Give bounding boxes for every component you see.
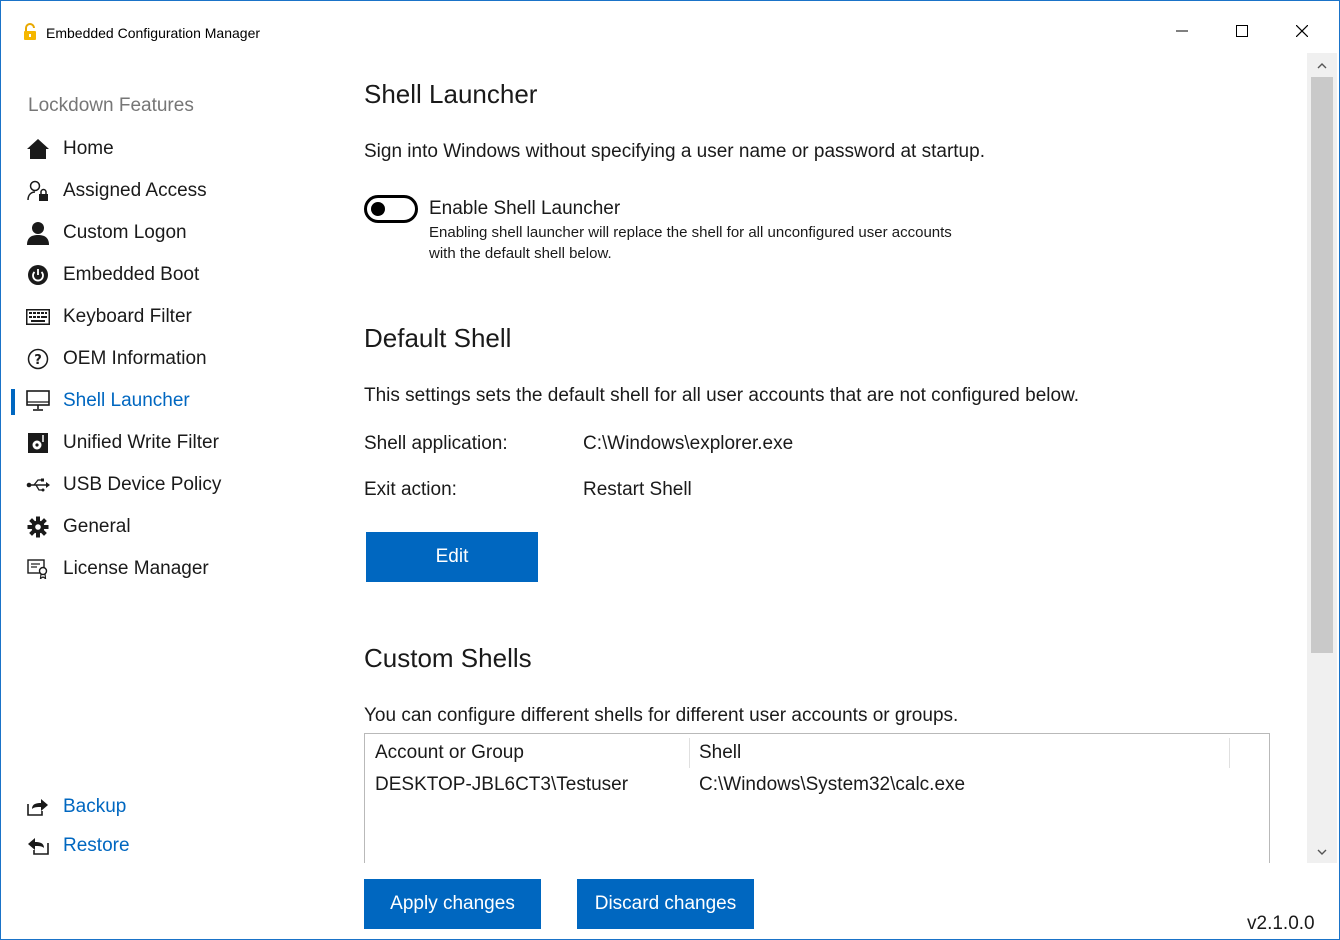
sidebar-item-label: Keyboard Filter	[63, 306, 192, 327]
svg-text:?: ?	[34, 353, 42, 368]
restore-icon	[25, 833, 51, 859]
default-shell-description: This settings sets the default shell for…	[364, 385, 1080, 406]
power-icon	[25, 262, 51, 288]
sidebar-item-license-manager[interactable]: License Manager	[1, 549, 331, 589]
disk-icon	[25, 430, 51, 456]
home-icon	[25, 136, 51, 162]
custom-shells-table[interactable]: Account or Group Shell DESKTOP-JBL6CT3\T…	[364, 733, 1270, 863]
toggle-knob	[371, 202, 385, 216]
column-divider	[1229, 738, 1230, 768]
sidebar-item-label: General	[63, 516, 131, 537]
monitor-icon	[25, 388, 51, 414]
backup-link[interactable]: Backup	[1, 787, 331, 827]
app-window: Embedded Configuration Manager Lockdown …	[0, 0, 1340, 940]
shell-launcher-description: Sign into Windows without specifying a u…	[364, 141, 985, 162]
toggle-help-line-1: Enabling shell launcher will replace the…	[429, 224, 952, 241]
gear-icon	[25, 514, 51, 540]
chevron-down-icon	[1317, 842, 1327, 860]
sidebar-item-unified-write-filter[interactable]: Unified Write Filter	[1, 423, 331, 463]
scroll-up-button[interactable]	[1307, 53, 1337, 77]
table-header: Account or Group Shell	[365, 734, 1269, 768]
sidebar-item-oem-information[interactable]: ? OEM Information	[1, 339, 331, 379]
sidebar-heading: Lockdown Features	[28, 95, 194, 116]
version-label: v2.1.0.0	[1247, 913, 1315, 934]
backup-label: Backup	[63, 796, 127, 817]
exit-action-value: Restart Shell	[583, 479, 692, 500]
title-bar: Embedded Configuration Manager	[1, 1, 1339, 63]
maximize-icon	[1236, 24, 1248, 42]
sidebar-item-assigned-access[interactable]: Assigned Access	[1, 171, 331, 211]
sidebar-item-label: OEM Information	[63, 348, 207, 369]
window-title: Embedded Configuration Manager	[46, 25, 261, 41]
scroll-down-button[interactable]	[1307, 839, 1337, 863]
sidebar-item-keyboard-filter[interactable]: Keyboard Filter	[1, 297, 331, 337]
backup-icon	[25, 794, 51, 820]
restore-label: Restore	[63, 835, 130, 856]
custom-shells-description: You can configure different shells for d…	[364, 705, 959, 726]
custom-shells-title: Custom Shells	[364, 643, 532, 673]
sidebar-item-label: Embedded Boot	[63, 264, 200, 285]
toggle-help-line-2: with the default shell below.	[429, 245, 612, 262]
edit-button[interactable]: Edit	[366, 532, 538, 582]
toggle-label: Enable Shell Launcher	[429, 198, 621, 219]
close-button[interactable]	[1279, 15, 1325, 51]
column-header-shell[interactable]: Shell	[699, 742, 741, 764]
chevron-up-icon	[1317, 56, 1327, 74]
user-lock-icon	[25, 178, 51, 204]
sidebar: Lockdown Features Home Assigned Access C…	[1, 63, 331, 939]
sidebar-item-label: Custom Logon	[63, 222, 187, 243]
row-shell: C:\Windows\System32\calc.exe	[699, 774, 966, 795]
row-account: DESKTOP-JBL6CT3\Testuser	[375, 774, 629, 795]
sidebar-item-shell-launcher[interactable]: Shell Launcher	[1, 381, 331, 421]
sidebar-item-usb-device-policy[interactable]: USB Device Policy	[1, 465, 331, 505]
vertical-scrollbar[interactable]	[1307, 53, 1337, 863]
minimize-button[interactable]	[1159, 15, 1205, 51]
lock-app-icon	[23, 23, 37, 41]
help-icon: ?	[25, 346, 51, 372]
maximize-button[interactable]	[1219, 15, 1265, 51]
default-shell-title: Default Shell	[364, 323, 512, 353]
sidebar-item-general[interactable]: General	[1, 507, 331, 547]
minimize-icon	[1176, 24, 1188, 42]
keyboard-icon	[25, 304, 51, 330]
shell-application-label: Shell application:	[364, 433, 508, 454]
sidebar-item-label: Assigned Access	[63, 180, 207, 201]
sidebar-item-label: Shell Launcher	[63, 390, 190, 411]
apply-changes-button[interactable]: Apply changes	[364, 879, 541, 929]
shell-application-value: C:\Windows\explorer.exe	[583, 433, 794, 454]
license-icon	[25, 556, 51, 582]
sidebar-item-label: Unified Write Filter	[63, 432, 219, 453]
sidebar-item-label: License Manager	[63, 558, 209, 579]
sidebar-item-home[interactable]: Home	[1, 129, 331, 169]
sidebar-item-custom-logon[interactable]: Custom Logon	[1, 213, 331, 253]
shell-launcher-title: Shell Launcher	[364, 79, 538, 109]
scroll-thumb[interactable]	[1311, 77, 1333, 653]
usb-icon	[25, 472, 51, 498]
column-header-account[interactable]: Account or Group	[375, 742, 524, 764]
user-icon	[25, 220, 51, 246]
sidebar-item-label: Home	[63, 138, 114, 159]
column-divider	[689, 738, 690, 768]
main-content: Shell Launcher Sign into Windows without…	[331, 63, 1306, 939]
exit-action-label: Exit action:	[364, 479, 457, 500]
restore-link[interactable]: Restore	[1, 826, 331, 866]
sidebar-item-label: USB Device Policy	[63, 474, 222, 495]
discard-changes-button[interactable]: Discard changes	[577, 879, 754, 929]
close-icon	[1295, 24, 1309, 42]
enable-shell-launcher-toggle[interactable]	[364, 195, 418, 223]
sidebar-item-embedded-boot[interactable]: Embedded Boot	[1, 255, 331, 295]
